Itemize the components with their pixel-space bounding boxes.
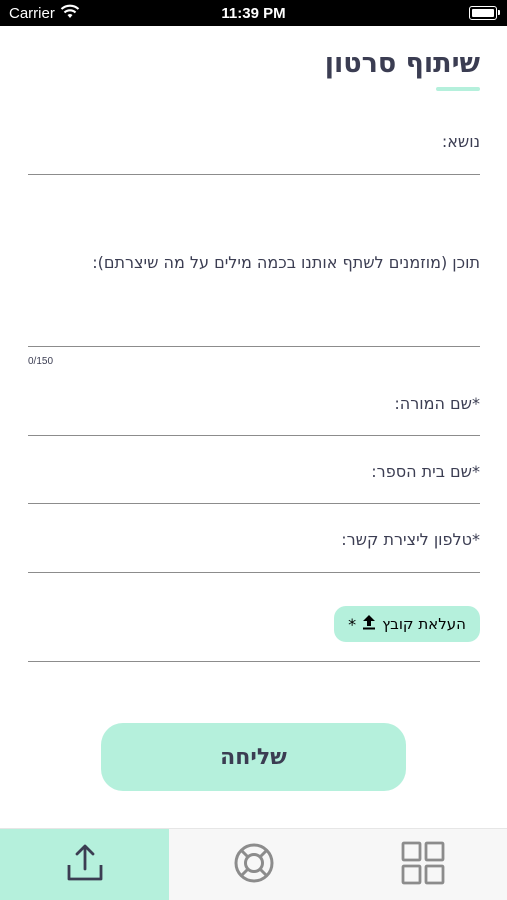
school-name-field[interactable]: *שם בית הספר: bbox=[28, 448, 480, 504]
teacher-name-label: *שם המורה: bbox=[394, 394, 480, 413]
battery-icon bbox=[469, 6, 500, 20]
required-star: * bbox=[348, 614, 357, 634]
subject-field[interactable]: נושא: bbox=[28, 118, 480, 175]
phone-field[interactable]: *טלפון ליצירת קשר: bbox=[28, 516, 480, 573]
upload-icon bbox=[65, 843, 105, 887]
char-counter: 0/150 bbox=[28, 356, 54, 367]
phone-label: *טלפון ליצירת קשר: bbox=[341, 530, 480, 549]
content-field[interactable]: תוכן (מוזמנים לשתף אותנו בכמה מילים על מ… bbox=[28, 240, 480, 347]
upload-file-button[interactable]: * העלאת קובץ bbox=[334, 606, 480, 642]
school-name-label: *שם בית הספר: bbox=[371, 462, 480, 481]
upload-label: העלאת קובץ bbox=[382, 615, 466, 633]
status-bar: Carrier 11:39 PM bbox=[0, 0, 507, 26]
tab-upload[interactable] bbox=[0, 829, 169, 900]
lifebuoy-icon bbox=[233, 842, 275, 888]
grid-icon bbox=[401, 841, 445, 889]
teacher-name-field[interactable]: *שם המורה: bbox=[28, 380, 480, 436]
tab-bar bbox=[0, 828, 507, 900]
tab-menu[interactable] bbox=[338, 829, 507, 900]
upload-section: * העלאת קובץ bbox=[28, 600, 480, 662]
title-underline bbox=[436, 87, 480, 91]
tab-support[interactable] bbox=[169, 829, 338, 900]
clock: 11:39 PM bbox=[221, 5, 286, 22]
submit-button[interactable]: שליחה bbox=[101, 723, 406, 791]
subject-label: נושא: bbox=[441, 132, 480, 151]
upload-arrow-icon bbox=[362, 614, 376, 634]
page-title: שיתוף סרטון bbox=[324, 48, 480, 79]
content-label: תוכן (מוזמנים לשתף אותנו בכמה מילים על מ… bbox=[92, 253, 480, 272]
